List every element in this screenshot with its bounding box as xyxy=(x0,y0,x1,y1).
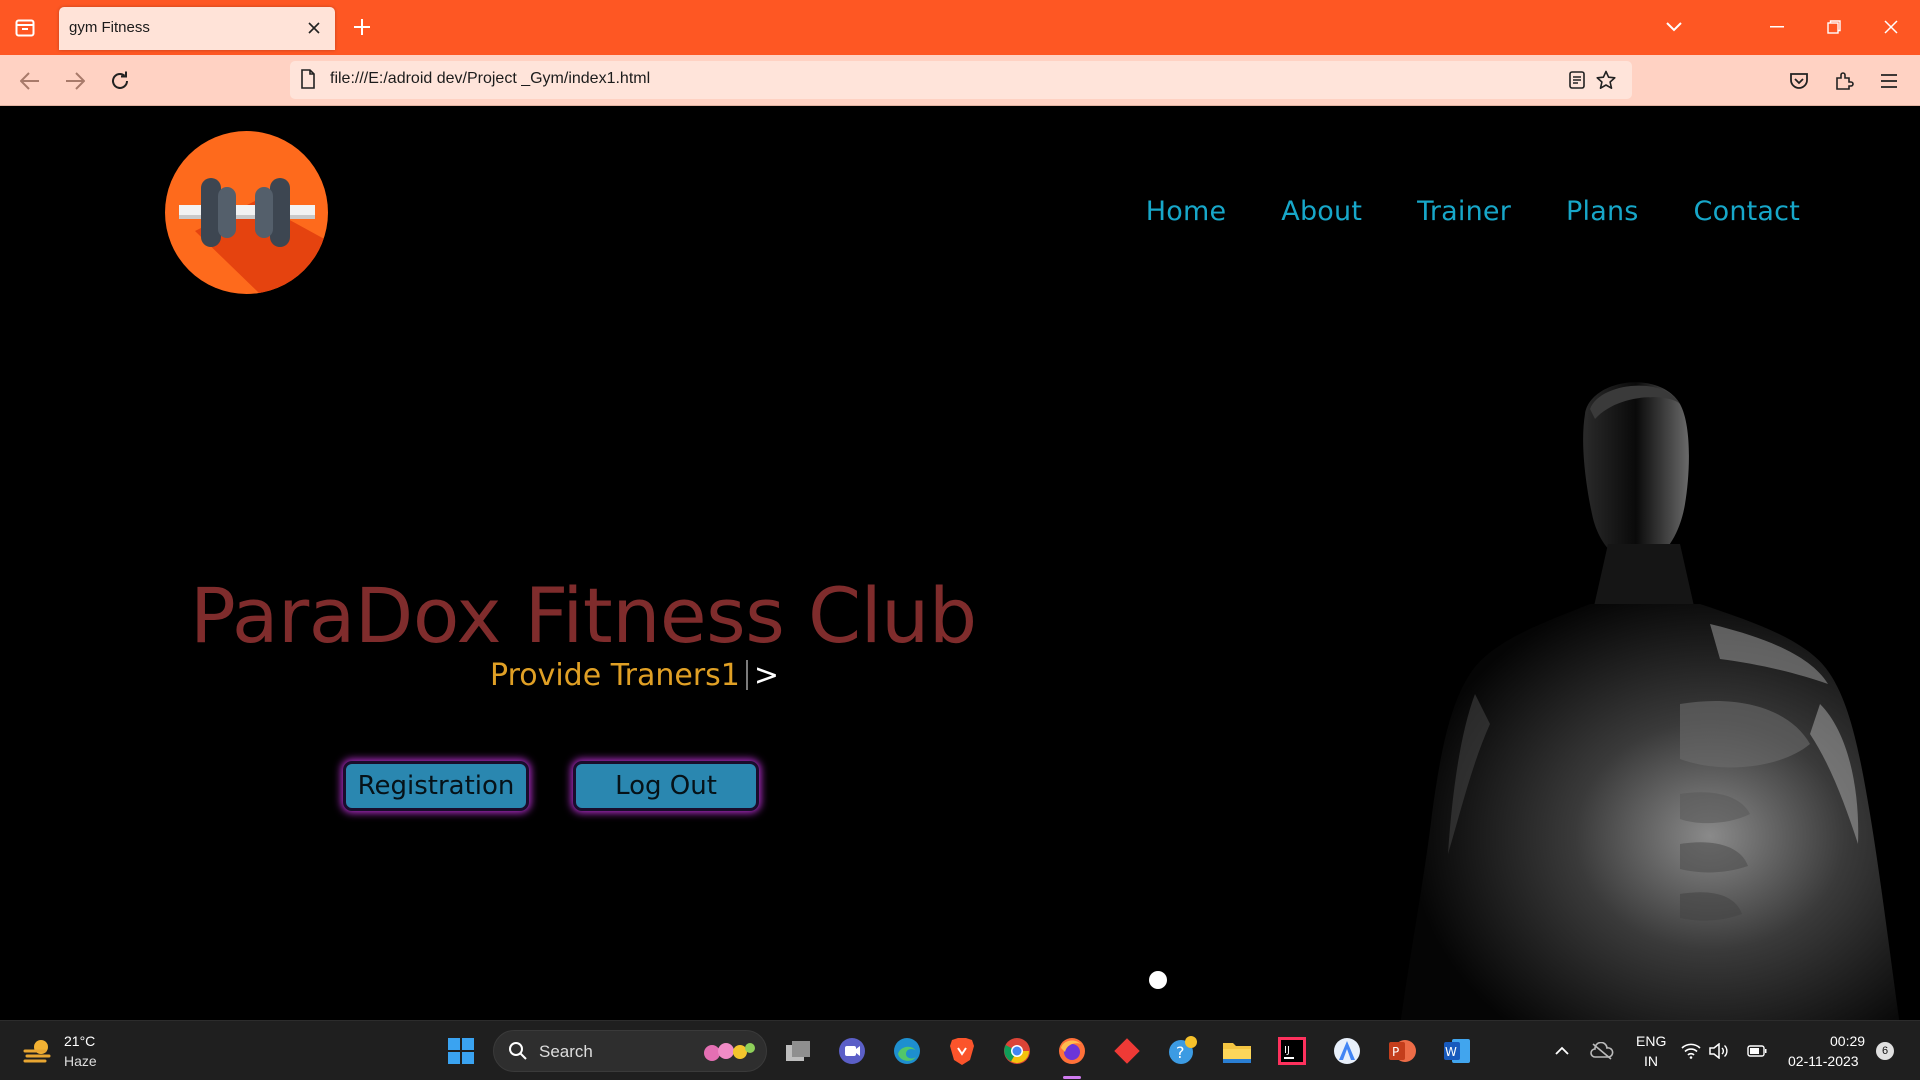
tab-overflow-chevron-icon[interactable] xyxy=(1657,10,1691,44)
firefox-browser-icon[interactable] xyxy=(1052,1031,1092,1079)
extensions-icon[interactable] xyxy=(1828,65,1860,97)
nav-plans[interactable]: Plans xyxy=(1566,196,1639,227)
hero-subtitle-arrow: > xyxy=(753,658,780,693)
android-studio-icon[interactable] xyxy=(1327,1031,1367,1071)
hamburger-menu-icon[interactable] xyxy=(1873,65,1905,97)
notification-badge[interactable]: 6 xyxy=(1876,1042,1894,1060)
brave-browser-icon[interactable] xyxy=(942,1031,982,1071)
chrome-browser-icon[interactable] xyxy=(997,1031,1037,1071)
new-tab-icon[interactable] xyxy=(348,13,376,41)
language-region[interactable]: IN xyxy=(1644,1053,1658,1069)
hero-subtitle: Provide Traners1 > xyxy=(490,658,779,693)
svg-text:P: P xyxy=(1392,1045,1399,1059)
dumbbell-logo-icon[interactable] xyxy=(165,131,328,294)
powerpoint-icon[interactable]: P xyxy=(1382,1031,1422,1071)
show-hidden-icons-chevron-up-icon[interactable] xyxy=(1542,1031,1582,1071)
weather-haze-icon[interactable] xyxy=(18,1031,58,1071)
browser-toolbar: file:///E:/adroid dev/Project _Gym/index… xyxy=(0,55,1920,106)
bookmark-star-icon[interactable] xyxy=(1595,69,1617,91)
close-window-icon[interactable] xyxy=(1874,10,1908,44)
taskbar-search[interactable]: Search xyxy=(493,1030,767,1072)
main-nav: Home About Trainer Plans Contact xyxy=(1091,196,1800,227)
page-icon xyxy=(300,69,320,91)
edge-browser-icon[interactable] xyxy=(887,1031,927,1071)
teams-meet-icon[interactable] xyxy=(832,1031,872,1071)
svg-text:W: W xyxy=(1445,1045,1457,1059)
nav-about[interactable]: About xyxy=(1281,196,1362,227)
tab-close-icon[interactable] xyxy=(305,19,323,37)
url-bar[interactable]: file:///E:/adroid dev/Project _Gym/index… xyxy=(290,61,1632,99)
athlete-silhouette-image xyxy=(1400,382,1900,1020)
back-icon[interactable] xyxy=(14,65,46,97)
file-explorer-icon[interactable] xyxy=(1217,1031,1257,1071)
clock-time[interactable]: 00:29 xyxy=(1830,1033,1865,1049)
logout-button[interactable]: Log Out xyxy=(573,761,759,811)
reader-view-icon[interactable] xyxy=(1566,69,1588,91)
windows-taskbar: 21°C Haze Search ? IJ P W ENG IN 00:29 0… xyxy=(0,1020,1920,1080)
language-code[interactable]: ENG xyxy=(1636,1033,1666,1049)
pocket-icon[interactable] xyxy=(1783,65,1815,97)
word-icon[interactable]: W xyxy=(1437,1031,1477,1071)
web-page: Home About Trainer Plans Contact ParaDox… xyxy=(0,106,1920,1020)
intellij-idea-icon[interactable]: IJ xyxy=(1272,1031,1312,1071)
help-icon[interactable]: ? xyxy=(1162,1031,1202,1071)
weather-temperature: 21°C xyxy=(64,1033,96,1049)
tab-title: gym Fitness xyxy=(69,19,150,36)
svg-text:IJ: IJ xyxy=(1284,1045,1290,1056)
clock-date[interactable]: 02-11-2023 xyxy=(1788,1053,1859,1069)
search-highlight-flowers-icon xyxy=(702,1039,758,1069)
hero-subtitle-text: Provide Traners1 xyxy=(490,658,740,693)
windows-start-icon[interactable] xyxy=(441,1031,481,1071)
minimize-icon[interactable] xyxy=(1760,10,1794,44)
carousel-dot[interactable] xyxy=(1149,971,1167,989)
restore-icon[interactable] xyxy=(1817,10,1851,44)
anydesk-icon[interactable] xyxy=(1107,1031,1147,1071)
battery-icon[interactable] xyxy=(1744,1031,1770,1071)
nav-contact[interactable]: Contact xyxy=(1694,196,1800,227)
search-placeholder: Search xyxy=(539,1042,593,1061)
typing-caret xyxy=(745,660,748,690)
onedrive-offline-icon[interactable] xyxy=(1582,1031,1622,1071)
nav-home[interactable]: Home xyxy=(1146,196,1227,227)
url-text: file:///E:/adroid dev/Project _Gym/index… xyxy=(330,70,651,87)
hero-title: ParaDox Fitness Club xyxy=(190,571,977,660)
registration-button[interactable]: Registration xyxy=(343,761,529,811)
volume-icon[interactable] xyxy=(1706,1031,1732,1071)
svg-text:?: ? xyxy=(1176,1043,1185,1062)
search-icon xyxy=(508,1041,528,1065)
nav-trainer[interactable]: Trainer xyxy=(1417,196,1511,227)
task-view-icon[interactable] xyxy=(778,1031,818,1071)
weather-description: Haze xyxy=(64,1053,97,1069)
tab-list-icon[interactable] xyxy=(10,13,40,43)
browser-tab-bar: gym Fitness xyxy=(0,0,1920,55)
reload-icon[interactable] xyxy=(104,65,136,97)
wifi-icon[interactable] xyxy=(1678,1031,1704,1071)
forward-icon[interactable] xyxy=(59,65,91,97)
browser-tab[interactable]: gym Fitness xyxy=(59,7,335,50)
